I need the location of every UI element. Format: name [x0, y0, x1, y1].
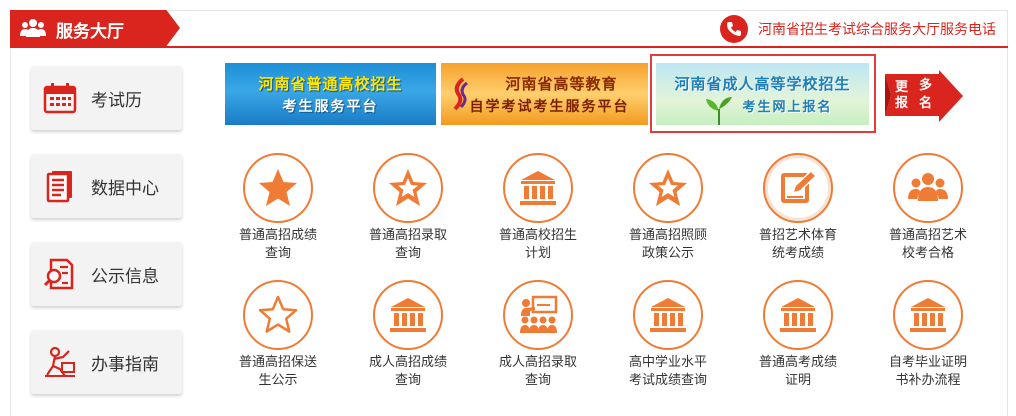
service-icon-circle	[633, 280, 703, 350]
hotline-text: 河南省招生考试综合服务大厅服务电话	[758, 22, 996, 38]
service-label: 普通高招照顾	[628, 228, 707, 243]
banner-line1: 河南省普通高校招生	[258, 74, 403, 93]
calendar-icon	[43, 83, 77, 114]
service-hotline[interactable]: 河南省招生考试综合服务大厅服务电话	[720, 14, 996, 44]
service-undergrad-admission-query[interactable]: 普通高招录取 查询	[348, 153, 468, 263]
service-icon-circle	[503, 153, 573, 223]
service-label: 查询	[524, 373, 551, 388]
service-label: 高中学业水平	[628, 355, 707, 370]
phone-icon	[720, 15, 748, 43]
building-icon	[520, 171, 556, 205]
sidebar-item-service-guide[interactable]: 办事指南	[31, 330, 182, 394]
service-label: 考试成绩查询	[628, 373, 707, 388]
service-icon-circle	[503, 280, 573, 350]
service-hall-tab: 服务大厅	[10, 10, 180, 46]
building-icon	[780, 298, 816, 332]
service-label: 普通高考成绩	[758, 355, 837, 370]
service-hall-header: 服务大厅 河南省招生考试综合服务大厅服务电话	[10, 10, 1008, 48]
service-label: 书补办流程	[895, 373, 961, 388]
service-icon-circle	[373, 153, 443, 223]
service-label: 生公示	[258, 373, 298, 388]
service-label: 普通高招艺术	[888, 228, 967, 243]
service-label: 统考成绩	[771, 246, 824, 261]
service-label: 自考毕业证明	[888, 355, 967, 370]
service-icon-circle	[243, 280, 313, 350]
banner-line2: 自学考试考生服务平台	[469, 98, 630, 115]
selected-banner-highlight	[650, 54, 876, 133]
service-label: 成人高招成绩	[368, 355, 447, 370]
service-label: 普招艺术体育	[758, 228, 837, 243]
group-icon	[908, 173, 948, 201]
sidebar-item-label: 考试历	[91, 90, 142, 111]
people-icon	[20, 19, 46, 37]
banner-undergrad-admission-platform[interactable]: 河南省普通高校招生 考生服务平台	[225, 63, 436, 125]
service-preferential-policy-notice[interactable]: 普通高招照顾 政策公示	[608, 153, 728, 263]
service-icon-circle	[893, 280, 963, 350]
service-label: 查询	[394, 373, 421, 388]
service-label: 校考合格	[901, 246, 954, 261]
service-icon-circle	[633, 153, 703, 223]
star-filled-icon	[259, 169, 297, 206]
service-adult-admission-query[interactable]: 成人高招录取 查询	[478, 280, 598, 390]
service-label: 政策公示	[641, 246, 694, 261]
sidebar-item-label: 办事指南	[91, 354, 159, 375]
star-outline-icon	[258, 295, 298, 333]
banner-line1: 河南省高等教育	[505, 74, 618, 93]
banner-self-study-exam-platform[interactable]: 河南省高等教育 自学考试考生服务平台	[441, 63, 648, 125]
search-document-icon	[43, 258, 74, 290]
more-registration-button[interactable]: 更 多 报 名	[881, 70, 965, 122]
service-arts-sports-exam-score[interactable]: 普招艺术体育 统考成绩	[738, 153, 858, 263]
service-icon-circle	[243, 153, 313, 223]
service-icon-circle	[373, 280, 443, 350]
person-guide-icon	[45, 346, 75, 377]
star-double-icon	[389, 169, 427, 206]
building-icon	[910, 298, 946, 332]
service-label: 查询	[394, 246, 421, 261]
service-icon-circle	[893, 153, 963, 223]
service-academic-proficiency-score-query[interactable]: 高中学业水平 考试成绩查询	[608, 280, 728, 390]
service-label: 查询	[264, 246, 291, 261]
service-self-study-certificate-reissue[interactable]: 自考毕业证明 书补办流程	[868, 280, 988, 390]
sidebar-item-exam-calendar[interactable]: 考试历	[31, 66, 182, 130]
service-icon-circle	[763, 153, 833, 223]
sidebar-item-label: 公示信息	[91, 266, 159, 287]
service-label: 普通高招录取	[368, 228, 447, 243]
more-char: 名	[919, 96, 933, 111]
sidebar-item-public-notice[interactable]: 公示信息	[31, 242, 182, 306]
edit-icon	[781, 169, 818, 203]
service-label: 普通高招保送	[238, 355, 317, 370]
service-label: 证明	[784, 373, 811, 388]
service-label: 成人高招录取	[498, 355, 577, 370]
service-icon-circle	[763, 280, 833, 350]
more-char: 多	[919, 78, 933, 93]
service-gaokao-score-certificate[interactable]: 普通高考成绩 证明	[738, 280, 858, 390]
service-label: 计划	[524, 246, 551, 261]
service-arts-school-exam-qualified[interactable]: 普通高招艺术 校考合格	[868, 153, 988, 263]
service-label: 普通高招成绩	[238, 228, 317, 243]
presentation-icon	[520, 295, 558, 333]
service-recommended-students-notice[interactable]: 普通高招保送 生公示	[218, 280, 338, 390]
building-icon	[650, 298, 686, 332]
service-undergrad-enrollment-plan[interactable]: 普通高校招生 计划	[478, 153, 598, 263]
service-label: 普通高校招生	[498, 228, 577, 243]
self-study-logo-icon	[453, 77, 468, 111]
banner-line2: 考生服务平台	[282, 98, 379, 115]
more-char: 报	[895, 96, 909, 111]
service-adult-score-query[interactable]: 成人高招成绩 查询	[348, 280, 468, 390]
star-double-icon	[649, 169, 687, 206]
sidebar-item-label: 数据中心	[91, 178, 159, 199]
service-undergrad-score-query[interactable]: 普通高招成绩 查询	[218, 153, 338, 263]
document-icon	[46, 171, 72, 203]
building-icon	[390, 298, 426, 332]
sidebar-item-data-center[interactable]: 数据中心	[31, 154, 182, 218]
page-title: 服务大厅	[56, 22, 124, 42]
